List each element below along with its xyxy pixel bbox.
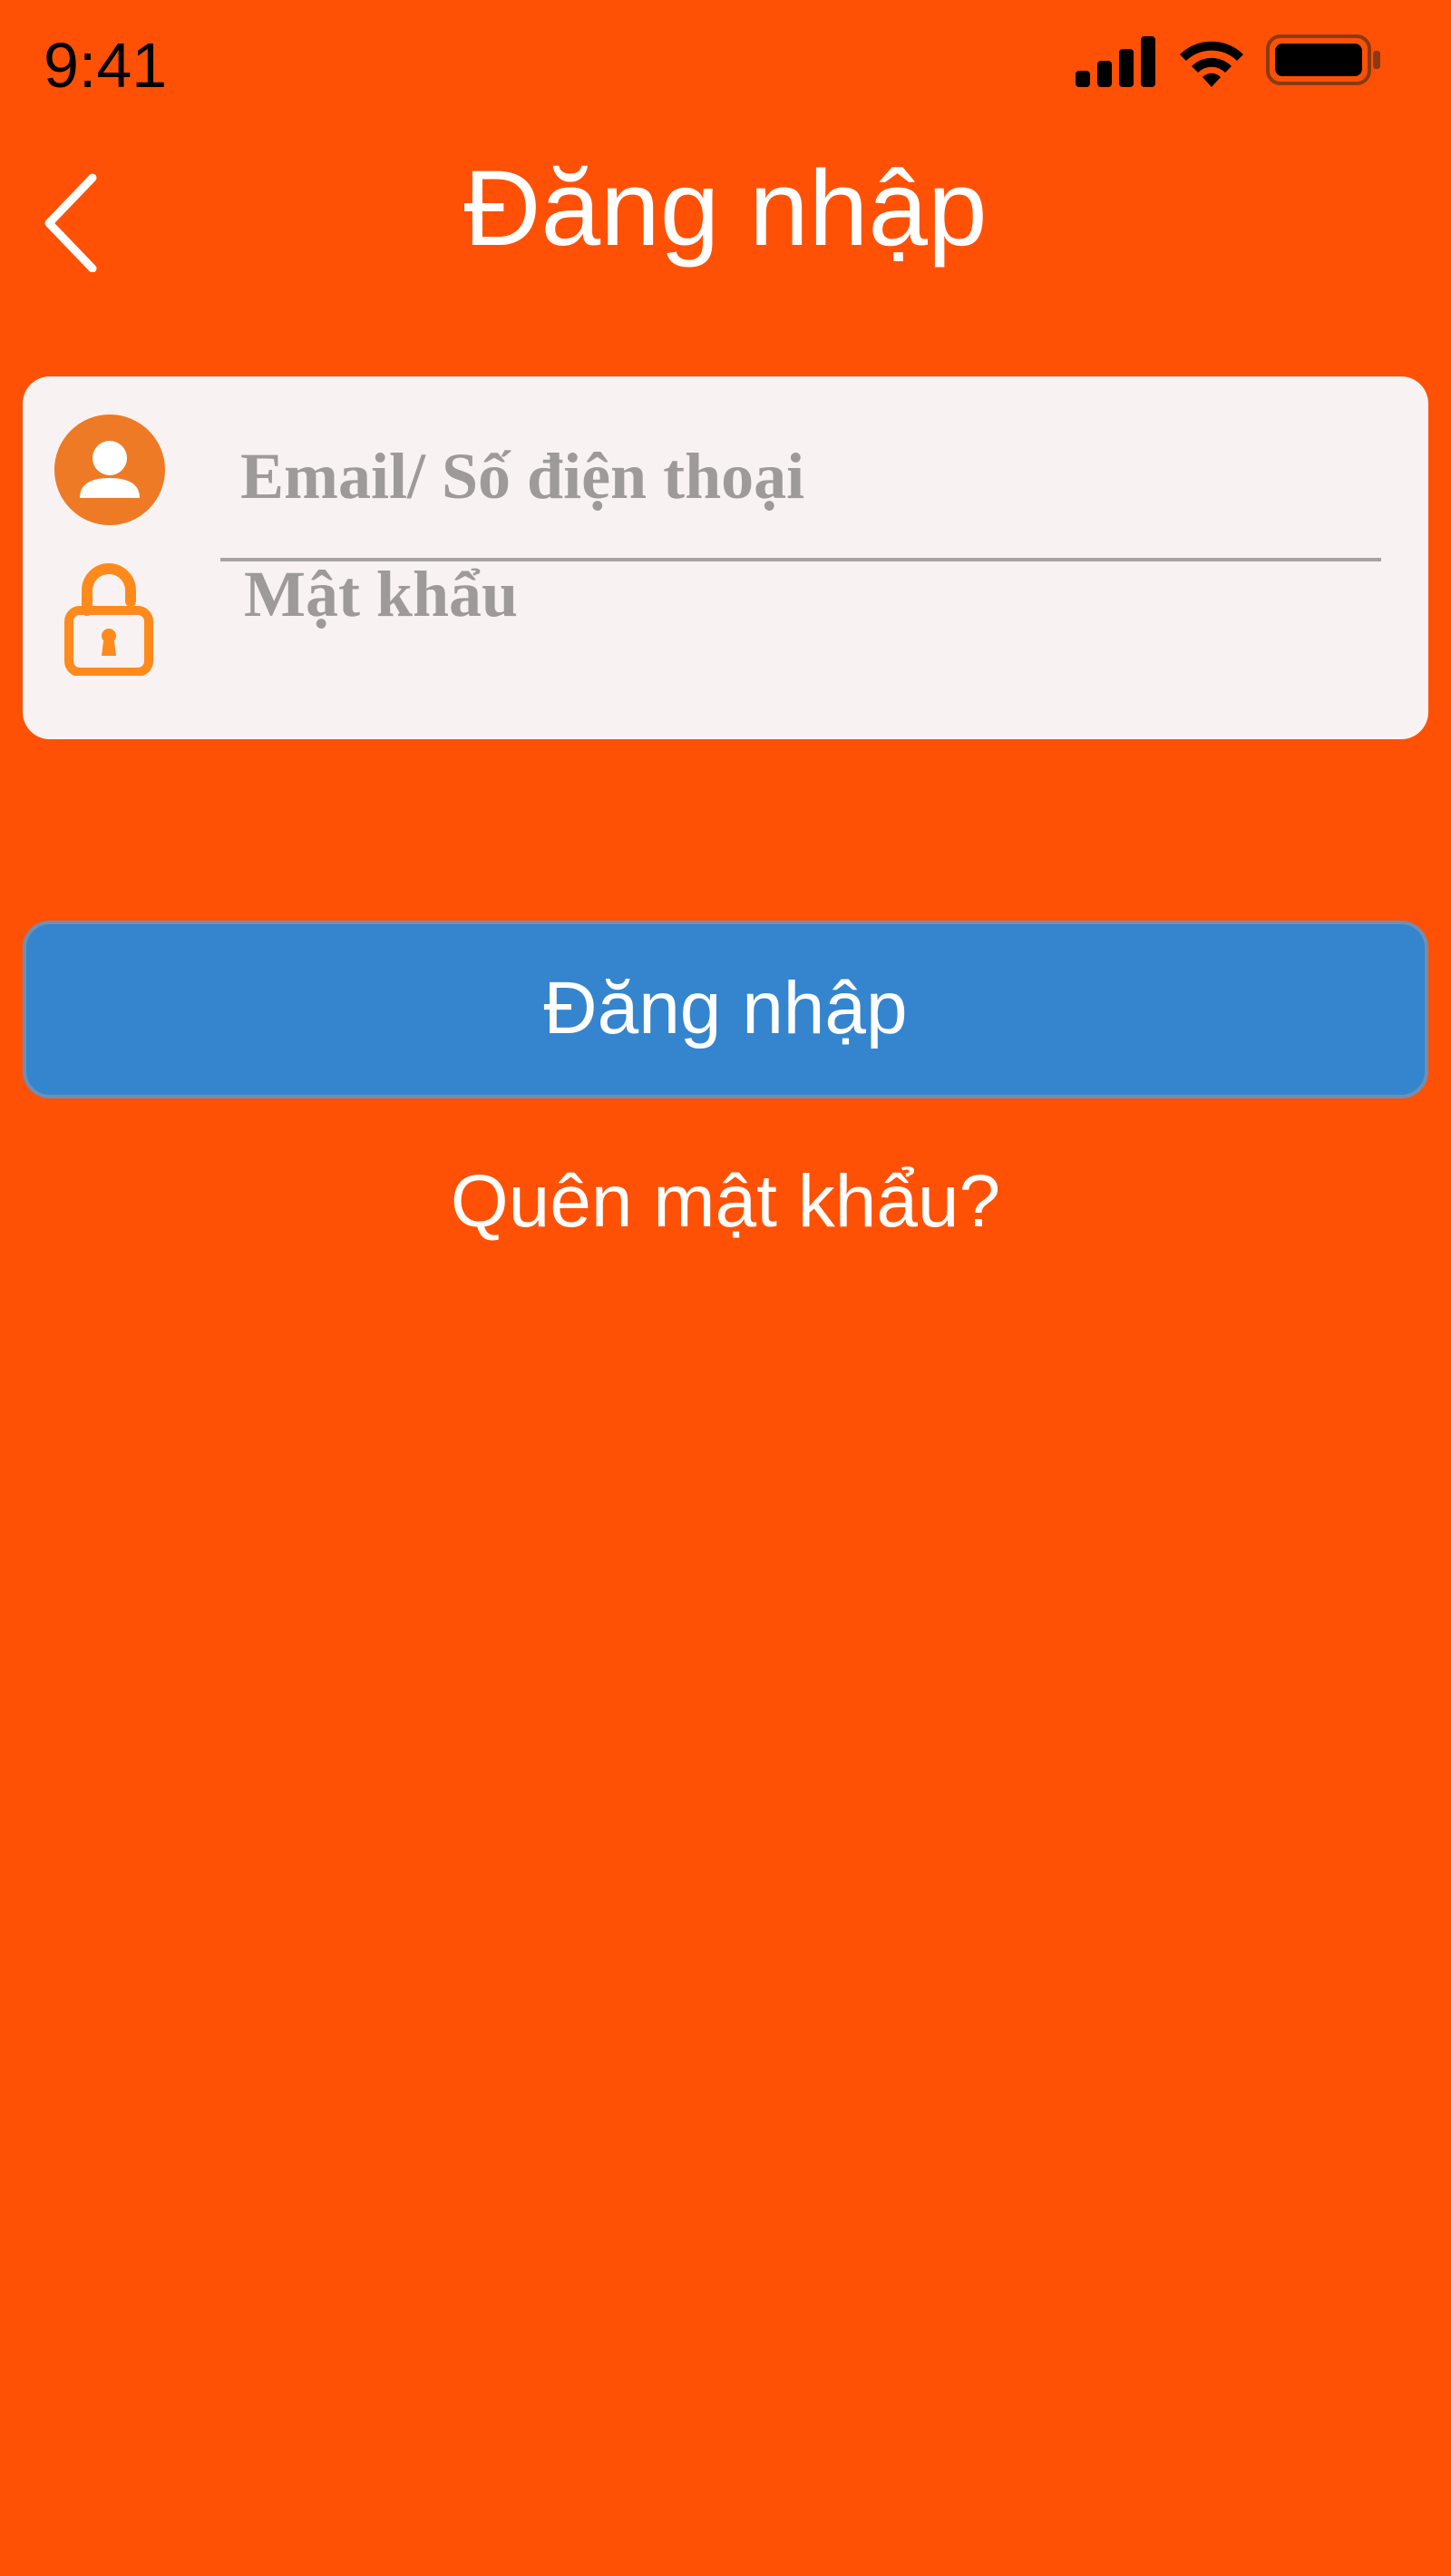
forgot-password-link[interactable]: Quên mật khẩu? <box>0 1152 1451 1252</box>
email-field[interactable] <box>240 422 1401 531</box>
login-card <box>23 376 1428 739</box>
wifi-icon <box>1180 41 1243 87</box>
battery-icon <box>1266 34 1380 85</box>
status-bar: 9:41 <box>0 0 1451 127</box>
signal-icon <box>1076 36 1155 87</box>
status-icons <box>1076 33 1384 96</box>
nav-bar: Đăng nhập <box>0 127 1451 290</box>
password-field[interactable] <box>244 540 1405 649</box>
login-button[interactable]: Đăng nhập <box>23 921 1428 1098</box>
email-row <box>23 376 1428 561</box>
status-time: 9:41 <box>44 30 168 101</box>
password-row <box>23 540 1428 721</box>
page-title: Đăng nhập <box>463 149 988 268</box>
user-icon <box>54 415 165 525</box>
lock-icon <box>63 558 154 677</box>
